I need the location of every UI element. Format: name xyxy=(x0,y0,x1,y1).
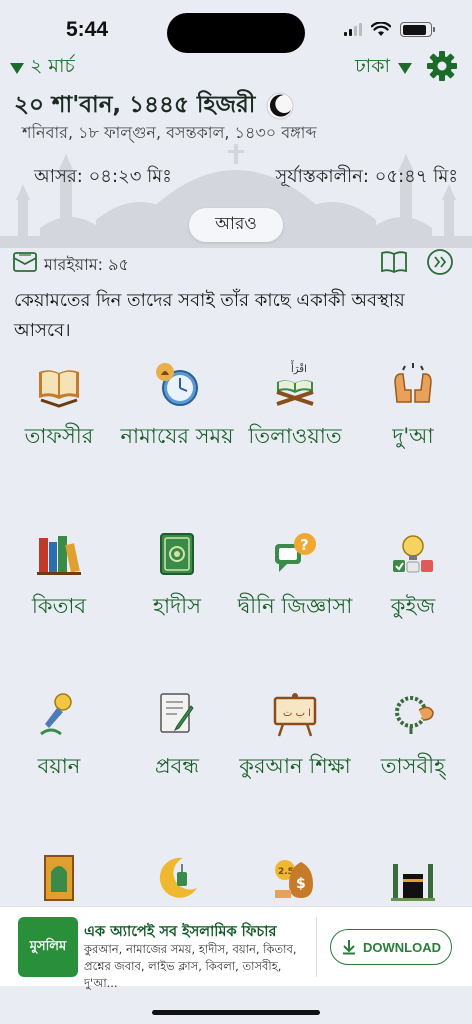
tafsir-book-icon xyxy=(39,370,79,408)
tile-label: বয়ান xyxy=(37,754,81,778)
ad-divider xyxy=(316,917,317,977)
battery-icon xyxy=(400,22,435,37)
tasbih-beads-icon xyxy=(395,696,434,734)
tile-label: তাফসীর xyxy=(24,424,94,448)
open-book-icon[interactable] xyxy=(380,249,408,275)
tile-label: প্রবন্ধ xyxy=(155,754,199,778)
date-selector-label: ২ মার্চ xyxy=(30,55,75,77)
next-verse-icon[interactable] xyxy=(426,248,454,276)
gear-icon[interactable] xyxy=(426,50,458,82)
tile-label: কুরআন শিক্ষা xyxy=(239,754,351,778)
kaaba-icon xyxy=(391,864,435,901)
download-icon xyxy=(343,940,355,955)
tile-zakat[interactable]: 2.5 $ xyxy=(236,854,354,914)
tile-tafsir[interactable]: তাফসীর xyxy=(0,360,118,452)
dynamic-island xyxy=(167,13,305,53)
tile-crescent[interactable] xyxy=(118,854,236,914)
status-icons xyxy=(344,22,435,37)
verse-reference: মারইয়াম: ৯৫ xyxy=(44,255,129,274)
tile-hadith[interactable]: হাদীস xyxy=(118,530,236,622)
tile-label: নামাযের সময় xyxy=(120,424,234,448)
city-selector[interactable]: ঢাকা xyxy=(355,52,412,84)
top-row: ২ মার্চ ঢাকা xyxy=(0,50,472,82)
wifi-icon xyxy=(371,22,391,36)
tile-prayer-mat[interactable] xyxy=(0,854,118,914)
dropdown-triangle-icon xyxy=(398,62,412,74)
prayer-time-clock-icon xyxy=(156,363,198,406)
tile-dua[interactable]: দু'আ xyxy=(354,360,472,452)
tile-tasbih[interactable]: তাসবীহ্ xyxy=(354,690,472,782)
tile-recitation[interactable]: اقْرَأْ তিলাওয়াত xyxy=(236,360,354,452)
scroll-icon[interactable] xyxy=(12,250,38,274)
ad-logo: মুসলিম xyxy=(18,917,78,977)
zakat-money-icon: 2.5 $ xyxy=(275,860,313,898)
dua-hands-icon xyxy=(394,363,432,403)
verse-bar: মারইয়াম: ৯৫ xyxy=(0,248,472,278)
tile-prayer-time[interactable]: নামাযের সময় xyxy=(118,360,236,452)
more-button[interactable]: আরও xyxy=(189,208,283,242)
tile-label: তিলাওয়াত xyxy=(248,424,342,448)
tile-label: হাদীস xyxy=(152,594,202,618)
prayer-mat-icon xyxy=(44,855,74,901)
tile-label: দ্বীনি জিজ্ঞাসা xyxy=(237,594,353,618)
status-time: 5:44 xyxy=(66,18,109,41)
svg-text:اقْرَأْ: اقْرَأْ xyxy=(291,360,307,375)
question-bubble-icon: ? xyxy=(275,533,316,572)
dropdown-triangle-icon xyxy=(10,62,24,74)
ad-banner[interactable]: মুসলিম এক অ্যাপেই সব ইসলামিক ফিচার কুরআন… xyxy=(0,906,472,990)
tile-label: দু'আ xyxy=(392,424,434,448)
verse-text: কেয়ামতের দিন তাদের সবাই তাঁর কাছে একাকী… xyxy=(14,290,405,341)
microphone-icon xyxy=(40,693,72,736)
tile-kaaba[interactable] xyxy=(354,854,472,914)
crescent-moon-icon xyxy=(266,92,294,119)
tile-boyan[interactable]: বয়ান xyxy=(0,690,118,782)
tile-label: কিতাব xyxy=(31,594,87,618)
home-indicator[interactable] xyxy=(152,1010,320,1015)
tile-label: তাসবীহ্ xyxy=(380,754,446,778)
tile-dini-jiggasa[interactable]: ? দ্বীনি জিজ্ঞাসা xyxy=(236,530,354,622)
crescent-lantern-icon xyxy=(159,857,197,898)
ad-description: কুরআন, নামাজের সময়, হাদীস, বয়ান, কিতাব… xyxy=(84,942,297,990)
tile-quran-shikkha[interactable]: ا ب ت কুরআন শিক্ষা xyxy=(236,690,354,782)
svg-text:?: ? xyxy=(300,536,309,554)
cellular-signal-icon xyxy=(344,23,362,36)
tile-label: কুইজ xyxy=(390,594,436,618)
download-button[interactable]: DOWNLOAD xyxy=(330,929,452,965)
sunset-time: সূর্যাস্তকালীন: ০৫:৪৭ মিঃ xyxy=(275,166,458,187)
books-icon xyxy=(37,536,81,575)
status-bar: 5:44 xyxy=(0,0,472,53)
download-button-label: DOWNLOAD xyxy=(363,939,441,955)
tile-quiz[interactable]: কুইজ xyxy=(354,530,472,622)
quran-board-icon: ا ب ت xyxy=(273,693,317,737)
hadith-book-icon xyxy=(160,533,194,575)
quran-recitation-icon: اقْرَأْ xyxy=(276,360,314,406)
current-prayer-time: আসর: ০৪:২৩ মিঃ xyxy=(34,166,172,187)
date-selector[interactable]: ২ মার্চ xyxy=(10,52,75,84)
quiz-bulb-icon xyxy=(393,535,433,573)
article-pen-icon xyxy=(160,693,194,733)
svg-text:$: $ xyxy=(296,876,306,892)
svg-text:ا ب ت: ا ب ت xyxy=(283,708,311,719)
tile-probondho[interactable]: প্রবন্ধ xyxy=(118,690,236,782)
city-selector-label: ঢাকা xyxy=(354,55,390,77)
tile-kitab[interactable]: কিতাব xyxy=(0,530,118,622)
